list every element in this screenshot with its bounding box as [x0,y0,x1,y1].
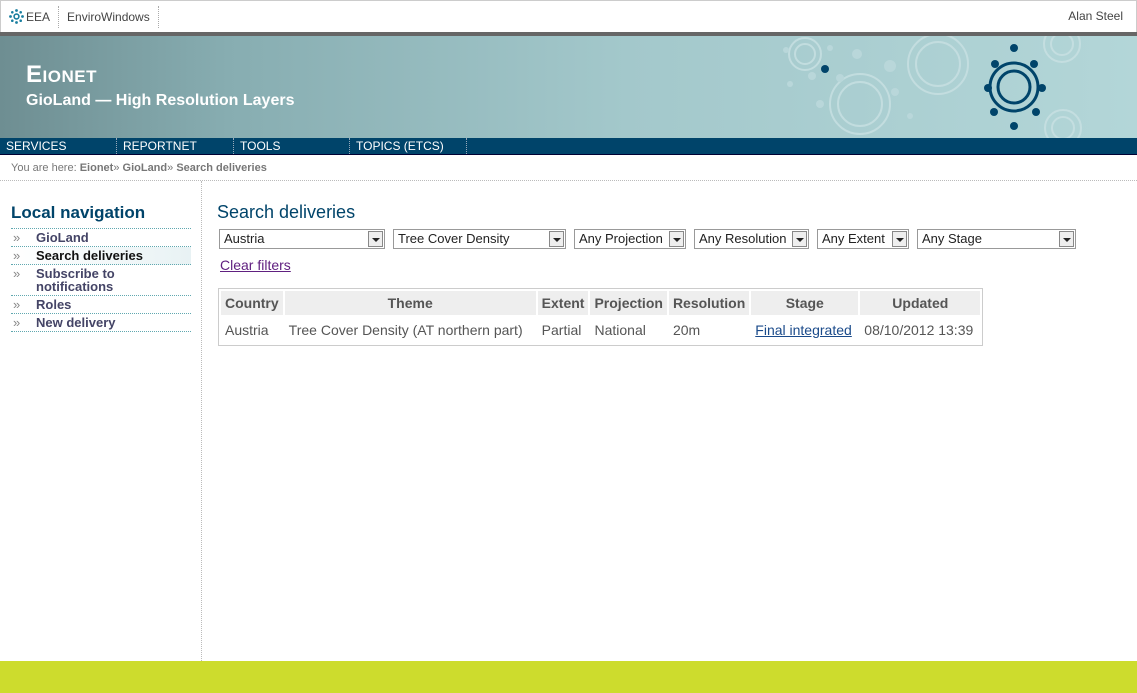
local-nav-item-new-delivery[interactable]: New delivery [11,314,191,332]
extent-select-value: Any Extent [822,231,885,246]
local-nav-item-gioland[interactable]: GioLand [11,228,191,247]
decorative-circles-graphic [783,36,1082,138]
chevron-down-icon[interactable] [892,231,907,247]
footer-bar [0,661,1137,693]
breadcrumb-separator: » [113,162,123,174]
stage-link[interactable]: Final integrated [755,322,852,338]
stage-select-value: Any Stage [922,231,982,246]
column-header-updated[interactable]: Updated [860,291,981,315]
column-header-country[interactable]: Country [221,291,283,315]
eea-link[interactable]: EEA [5,5,60,28]
clear-filters-link[interactable]: Clear filters [220,257,291,273]
column-header-resolution[interactable]: Resolution [668,291,750,315]
site-title[interactable]: Eionet [26,61,97,89]
breadcrumb-item-eionet[interactable]: Eionet [80,162,114,174]
nav-services[interactable]: SERVICES [0,138,117,154]
nav-reportnet[interactable]: REPORTNET [117,138,234,154]
country-select-value: Austria [224,231,265,246]
chevron-down-icon[interactable] [549,231,564,247]
table-header-row: Country Theme Extent Projection Resoluti… [221,291,981,315]
cell-extent: Partial [541,322,582,338]
breadcrumb-separator: » [167,162,177,174]
column-header-theme[interactable]: Theme [284,291,536,315]
cell-country: Austria [225,322,269,338]
site-subtitle[interactable]: GioLand — High Resolution Layers [26,92,294,110]
table-row: Austria Tree Cover Density (AT northern … [221,317,980,343]
local-nav-item-subscribe[interactable]: Subscribe to notifications [11,265,191,296]
cell-stage: Final integrated [751,317,858,343]
cell-resolution: 20m [672,322,701,338]
projection-select-value: Any Projection [579,231,663,246]
breadcrumb-item-gioland[interactable]: GioLand [123,162,168,174]
page-title: Search deliveries [217,202,356,222]
nav-topics[interactable]: TOPICS (ETCS) [350,138,467,154]
local-navigation: Local navigation GioLand Search deliveri… [0,181,202,661]
chevron-down-icon[interactable] [669,231,684,247]
envirowindows-link[interactable]: EnviroWindows [59,5,159,28]
breadcrumb-item-current: Search deliveries [176,162,267,174]
local-navigation-heading: Local navigation [11,203,146,222]
stage-select[interactable]: Any Stage [917,229,1076,249]
projection-select[interactable]: Any Projection [574,229,686,249]
column-header-extent[interactable]: Extent [537,291,589,315]
user-name-link[interactable]: Alan Steel [1068,9,1123,23]
main-nav: SERVICES REPORTNET TOOLS TOPICS (ETCS) [0,138,1137,155]
resolution-select[interactable]: Any Resolution [694,229,809,249]
resolution-select-value: Any Resolution [699,231,787,246]
column-header-stage[interactable]: Stage [751,291,859,315]
chevron-down-icon[interactable] [368,231,383,247]
local-nav-item-roles[interactable]: Roles [11,296,191,314]
breadcrumb: You are here: Eionet» GioLand» Search de… [11,162,267,174]
theme-select[interactable]: Tree Cover Density [393,229,566,249]
eea-link-label: EEA [26,9,51,24]
top-bar: EEA EnviroWindows Alan Steel [0,0,1137,32]
chevron-down-icon[interactable] [792,231,807,247]
column-header-projection[interactable]: Projection [590,291,667,315]
breadcrumb-prefix: You are here: [11,162,80,174]
theme-select-value: Tree Cover Density [398,231,510,246]
header-banner: Eionet GioLand — High Resolution Layers [0,32,1137,138]
local-navigation-list: GioLand Search deliveries Subscribe to n… [11,228,191,332]
deliveries-table: Country Theme Extent Projection Resoluti… [218,288,984,346]
cell-theme: Tree Cover Density (AT northern part) [288,322,523,338]
top-links: EEA EnviroWindows [5,1,159,32]
chevron-down-icon[interactable] [1059,231,1074,247]
cell-updated: 08/10/2012 13:39 [864,322,974,338]
cell-projection: National [594,322,646,338]
eea-logo-icon [9,9,24,24]
extent-select[interactable]: Any Extent [817,229,909,249]
local-nav-item-search-deliveries[interactable]: Search deliveries [11,247,191,265]
country-select[interactable]: Austria [219,229,385,249]
nav-tools[interactable]: TOOLS [234,138,350,154]
envirowindows-link-label: EnviroWindows [67,9,150,24]
